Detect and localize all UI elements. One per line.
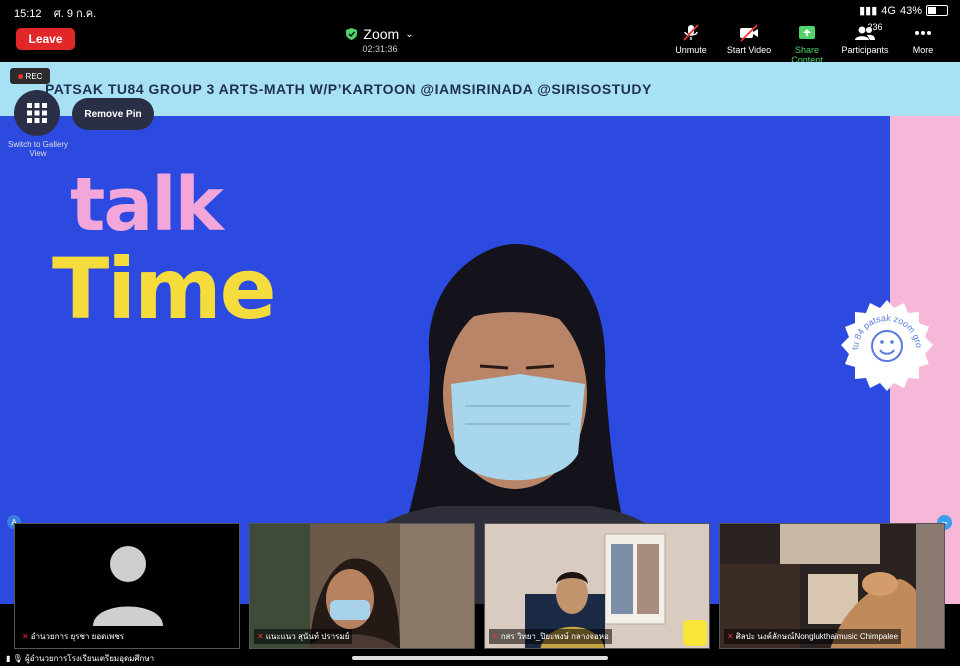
thumbnail-strip: ✕ อำนวยการ ยุรชา ยอดเพชร ✕ แนะแนว สุนันท์ …	[14, 523, 946, 649]
participant-tile[interactable]: ✕ กสร วิทยา_ปิยะพงษ์ กลางจอหอ	[484, 523, 710, 649]
participant-label: ✕ ศิลปะ นงค์ลักษณ์Nonglukthaimusic Chimpa…	[724, 629, 902, 644]
recording-indicator: REC	[10, 68, 50, 84]
smiley-stamp: tu 84 patsak zoom group 4	[838, 298, 933, 391]
video-off-icon	[740, 24, 758, 42]
battery-icon	[926, 5, 948, 16]
share-content-button[interactable]: Share Content	[778, 24, 836, 65]
active-speaker-name: ผู้อำนวยการโรงเรียนเตรียมอุดมศึกษา	[25, 654, 155, 663]
start-video-button[interactable]: Start Video	[720, 24, 778, 65]
meeting-toolbar: Leave Zoom ⌄ 02:31:36 Unmute Start Video…	[0, 20, 960, 65]
start-video-label: Start Video	[726, 45, 772, 55]
status-right: ▮▮▮ 4G 43%	[859, 4, 948, 17]
gallery-view-button[interactable]	[14, 90, 60, 136]
participant-tile[interactable]: ✕ อำนวยการ ยุรชา ยอดเพชร	[14, 523, 240, 649]
rec-label: REC	[25, 71, 43, 81]
mic-muted-icon: ✕	[492, 632, 499, 641]
remove-pin-button[interactable]: Remove Pin	[72, 98, 154, 130]
mic-muted-icon: ✕	[257, 632, 264, 641]
meeting-info[interactable]: Zoom ⌄ 02:31:36	[330, 26, 430, 54]
clock: 15:12	[14, 8, 42, 20]
mic-muted-icon	[683, 24, 699, 41]
participant-name: แนะแนว สุนันท์ ปรารมย์	[265, 632, 350, 641]
more-label: More	[912, 45, 934, 55]
shield-icon	[346, 28, 358, 40]
talk-text: talk	[70, 162, 224, 248]
meeting-title: Zoom	[363, 26, 400, 42]
mic-muted-icon: ✕	[22, 632, 29, 641]
battery-percent: 43%	[899, 4, 922, 17]
date: ศ. 9 ก.ค.	[53, 8, 97, 20]
participant-name: อำนวยการ ยุรชา ยอดเพชร	[30, 632, 125, 641]
unmute-button[interactable]: Unmute	[662, 24, 720, 65]
active-speaker-label: ▮ 🎙 ผู้อำนวยการโรงเรียนเตรียมอุดมศึกษา	[6, 652, 154, 665]
participant-name: กสร วิทยา_ปิยะพงษ์ กลางจอหอ	[500, 632, 609, 641]
chevron-down-icon: ⌄	[405, 28, 414, 40]
share-icon	[799, 26, 815, 39]
home-indicator[interactable]	[352, 656, 608, 660]
network-type: 4G	[881, 4, 896, 17]
bottom-bar: ▮ 🎙 ผู้อำนวยการโรงเรียนเตรียมอุดมศึกษา	[0, 650, 960, 666]
participant-label: ✕ แนะแนว สุนันท์ ปรารมย์	[254, 629, 353, 644]
grid-icon	[27, 103, 47, 123]
participants-button[interactable]: 236 Participants	[836, 22, 894, 65]
participant-label: ✕ กสร วิทยา_ปิยะพงษ์ กลางจอหอ	[489, 629, 612, 644]
participant-label: ✕ อำนวยการ ยุรชา ยอดเพชร	[19, 629, 128, 644]
banner-text: PATSAK TU84 GROUP 3 ARTS-MATH W/P’KARTOO…	[45, 81, 652, 97]
participant-count: 236	[867, 22, 883, 32]
leave-button[interactable]: Leave	[16, 28, 75, 50]
record-dot-icon	[17, 73, 23, 79]
unmute-label: Unmute	[675, 45, 707, 55]
more-icon	[915, 31, 931, 35]
participant-name: ศิลปะ นงค์ลักษณ์Nonglukthaimusic Chimpal…	[735, 632, 899, 641]
signal-icon: ▮▮▮	[859, 5, 878, 17]
gallery-view-label: Switch to Gallery View	[7, 140, 69, 158]
participant-tile[interactable]: ✕ ศิลปะ นงค์ลักษณ์Nonglukthaimusic Chimpa…	[719, 523, 945, 649]
participants-label: Participants	[841, 45, 889, 55]
toolbar-actions: Unmute Start Video Share Content 236 Par…	[662, 22, 952, 65]
participant-tile[interactable]: ✕ แนะแนว สุนันท์ ปรารมย์	[249, 523, 475, 649]
mic-muted-icon: ✕	[727, 632, 734, 641]
status-bar: 15:12 ศ. 9 ก.ค. ▮▮▮ 4G 43%	[0, 0, 960, 20]
more-button[interactable]: More	[894, 24, 952, 65]
time-text: Time	[52, 240, 277, 338]
meeting-timer: 02:31:36	[362, 44, 398, 54]
audio-level-icon: ▮ 🎙	[6, 654, 23, 663]
